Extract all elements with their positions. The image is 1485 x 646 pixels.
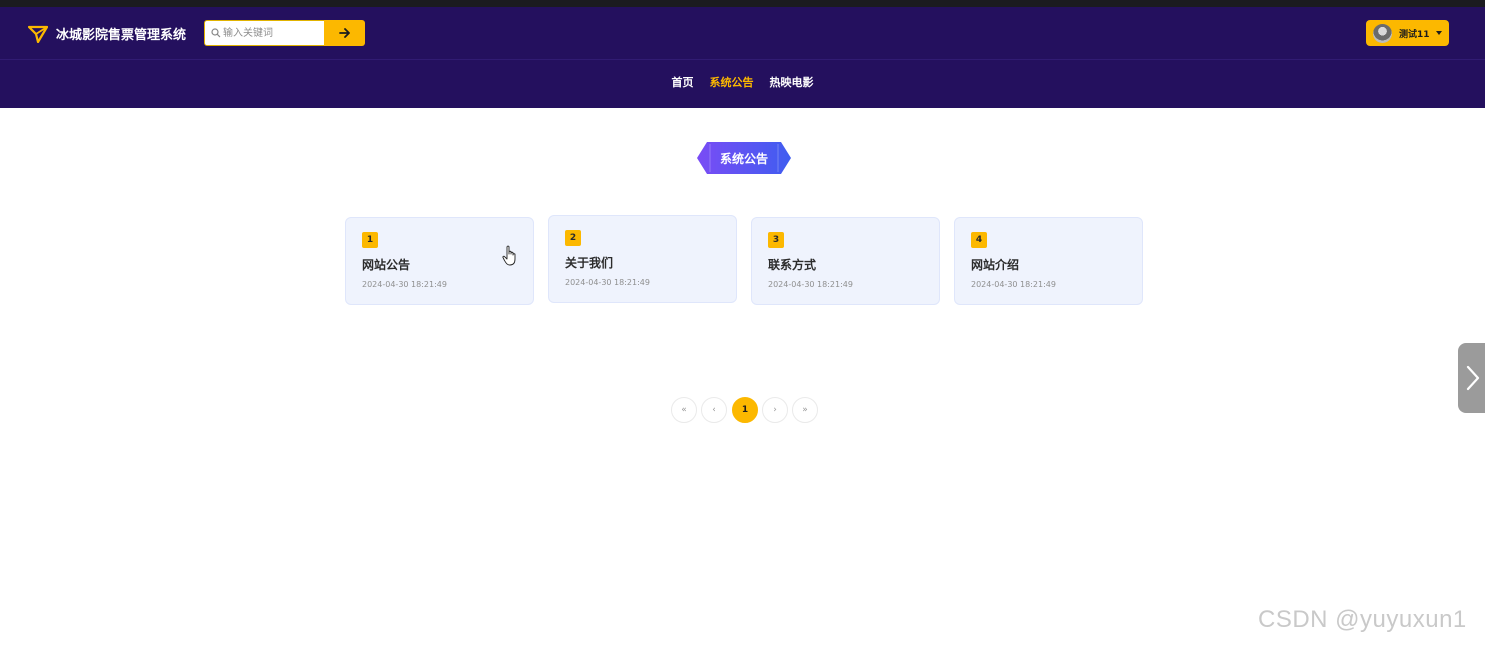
card-title: 关于我们 <box>565 256 614 270</box>
card-title: 网站介绍 <box>971 258 1020 272</box>
side-expand-tab[interactable] <box>1458 343 1485 413</box>
pagination-next-button[interactable]: › <box>762 397 788 423</box>
card-number-badge: 1 <box>362 232 378 248</box>
pagination-first-button[interactable]: « <box>671 397 697 423</box>
nav-item-movies[interactable]: 热映电影 <box>770 74 814 94</box>
search-submit-button[interactable] <box>324 20 365 46</box>
card-number-badge: 3 <box>768 232 784 248</box>
card-date: 2024-04-30 18:21:49 <box>565 278 650 287</box>
site-brand-title[interactable]: 冰城影院售票管理系统 <box>56 24 186 43</box>
card-date: 2024-04-30 18:21:49 <box>971 280 1056 289</box>
arrow-right-icon <box>338 28 350 38</box>
card-title: 联系方式 <box>768 258 817 272</box>
nav-item-announcements[interactable]: 系统公告 <box>710 74 754 94</box>
search-icon <box>211 28 221 38</box>
card-number-badge: 4 <box>971 232 987 248</box>
nav-item-home[interactable]: 首页 <box>672 74 694 94</box>
paper-plane-logo-icon <box>28 25 48 43</box>
main-nav: 首页 系统公告 热映电影 <box>0 74 1485 94</box>
card-title: 网站公告 <box>362 258 411 272</box>
search-box <box>204 20 325 46</box>
hand-pointer-cursor-icon <box>502 245 516 266</box>
search-input[interactable] <box>223 23 321 43</box>
section-title: 系统公告 <box>719 151 768 166</box>
avatar <box>1373 23 1392 43</box>
user-name: 测试11 <box>1399 29 1430 40</box>
site-header: 冰城影院售票管理系统 测试11 首页 系统公告 热映电影 <box>0 7 1485 108</box>
card-number-badge: 2 <box>565 230 581 246</box>
header-top-bar: 冰城影院售票管理系统 测试11 <box>0 7 1485 60</box>
announcement-card[interactable]: 3 联系方式 2024-04-30 18:21:49 <box>751 217 940 305</box>
announcement-card[interactable]: 2 关于我们 2024-04-30 18:21:49 <box>548 215 737 303</box>
pagination-last-button[interactable]: » <box>792 397 818 423</box>
user-menu-button[interactable]: 测试11 <box>1366 20 1449 46</box>
card-date: 2024-04-30 18:21:49 <box>768 280 853 289</box>
card-date: 2024-04-30 18:21:49 <box>362 280 447 289</box>
announcement-list: 1 网站公告 2024-04-30 18:21:49 2 关于我们 2024-0… <box>345 215 1145 305</box>
pagination-prev-button[interactable]: ‹ <box>701 397 727 423</box>
caret-down-icon <box>1435 31 1442 35</box>
window-top-strip <box>0 0 1485 7</box>
chevron-right-icon <box>1466 365 1480 391</box>
csdn-watermark: CSDN @yuyuxun1 <box>1258 606 1467 633</box>
announcement-card[interactable]: 4 网站介绍 2024-04-30 18:21:49 <box>954 217 1143 305</box>
pagination-page-1[interactable]: 1 <box>732 397 758 423</box>
